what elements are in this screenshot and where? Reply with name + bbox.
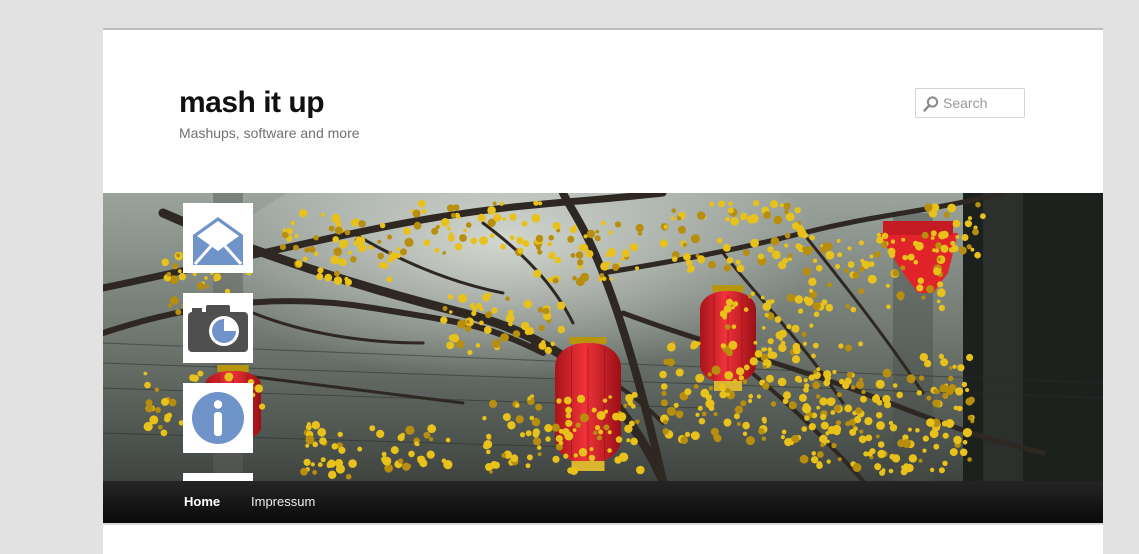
site-title[interactable]: mash it up bbox=[179, 86, 325, 120]
nav-item-home[interactable]: Home bbox=[184, 481, 220, 523]
more-button[interactable] bbox=[183, 473, 253, 481]
nav-divider bbox=[103, 523, 1103, 525]
envelope-icon bbox=[193, 217, 243, 265]
page-container: mash it up Mashups, software and more Se… bbox=[103, 28, 1103, 554]
search-box[interactable] bbox=[915, 88, 1025, 118]
main-navigation: Home Impressum bbox=[103, 481, 1103, 523]
magnifier-icon bbox=[923, 96, 939, 112]
camera-icon bbox=[188, 305, 248, 352]
header-image bbox=[103, 193, 1103, 481]
search-input[interactable] bbox=[943, 89, 1023, 117]
photos-button[interactable] bbox=[183, 293, 253, 363]
info-icon bbox=[192, 392, 244, 444]
site-description: Mashups, software and more bbox=[179, 125, 360, 141]
info-button[interactable] bbox=[183, 383, 253, 453]
nav-item-impressum[interactable]: Impressum bbox=[251, 481, 315, 523]
email-button[interactable] bbox=[183, 203, 253, 273]
